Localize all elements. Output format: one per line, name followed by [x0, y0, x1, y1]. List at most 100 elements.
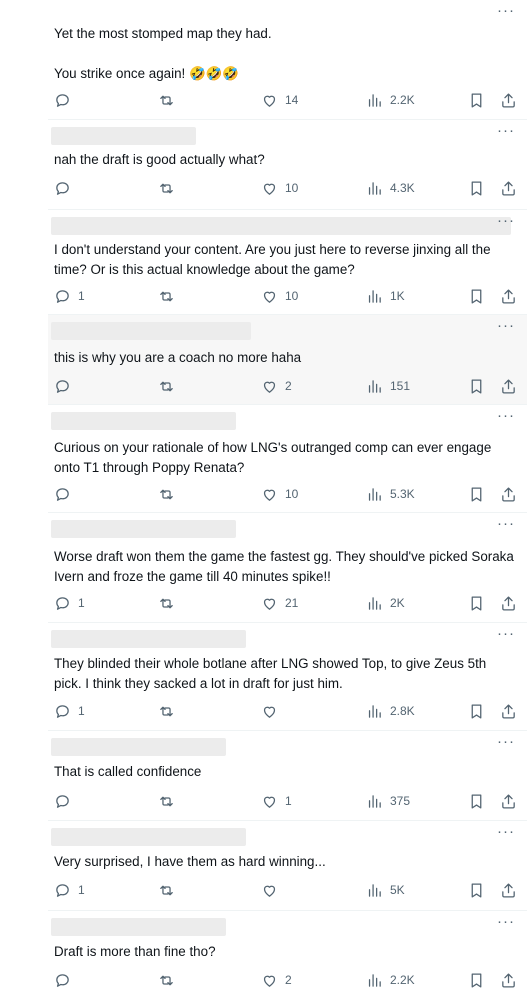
more-icon[interactable]: ···	[497, 318, 515, 333]
reply-post[interactable]: ··· I don't understand your content. Are …	[48, 210, 527, 315]
retweet-button[interactable]	[158, 970, 175, 990]
reply-button[interactable]	[54, 90, 78, 110]
retweet-icon	[158, 180, 175, 197]
reply-post[interactable]: ··· Worse draft won them the game the fas…	[48, 513, 527, 623]
action-bar: 1 2.8K	[48, 701, 527, 721]
reply-post[interactable]: ··· Yet the most stomped map they had. Yo…	[48, 0, 527, 120]
bookmark-button[interactable]	[468, 791, 485, 811]
bookmark-button[interactable]	[468, 484, 485, 504]
share-button[interactable]	[500, 593, 517, 613]
more-icon[interactable]: ···	[497, 626, 515, 641]
reply-button[interactable]: 1	[54, 286, 85, 306]
like-button[interactable]: 2	[261, 970, 292, 990]
views-button[interactable]: 4.3K	[366, 178, 415, 198]
post-text-line: onto T1 through Poppy Renata?	[54, 460, 245, 475]
more-icon[interactable]: ···	[497, 824, 515, 839]
like-button[interactable]: 2	[261, 376, 292, 396]
reply-button[interactable]	[54, 970, 78, 990]
retweet-button[interactable]	[158, 376, 175, 396]
reply-post[interactable]: ··· nah the draft is good actually what? 1…	[48, 120, 527, 210]
more-icon[interactable]: ···	[497, 3, 515, 18]
like-button[interactable]: 10	[261, 178, 298, 198]
more-icon[interactable]: ···	[497, 516, 515, 531]
share-button[interactable]	[500, 791, 517, 811]
views-button[interactable]: 2.8K	[366, 701, 415, 721]
reply-icon	[54, 180, 71, 197]
post-text-line: Curious on your rationale of how LNG's o…	[54, 440, 492, 455]
reply-icon	[54, 882, 71, 899]
share-button[interactable]	[500, 376, 517, 396]
reply-button[interactable]	[54, 484, 78, 504]
views-icon	[366, 486, 383, 503]
views-button[interactable]: 151	[366, 376, 410, 396]
views-button[interactable]: 2.2K	[366, 90, 415, 110]
like-button[interactable]: 21	[261, 593, 298, 613]
share-button[interactable]	[500, 178, 517, 198]
views-button[interactable]: 1K	[366, 286, 405, 306]
like-button[interactable]	[261, 701, 285, 721]
bookmark-button[interactable]	[468, 178, 485, 198]
views-icon	[366, 180, 383, 197]
like-button[interactable]: 10	[261, 286, 298, 306]
retweet-button[interactable]	[158, 791, 175, 811]
retweet-button[interactable]	[158, 286, 175, 306]
retweet-button[interactable]	[158, 880, 175, 900]
views-button[interactable]: 5.3K	[366, 484, 415, 504]
view-count: 2.8K	[390, 704, 415, 718]
reply-button[interactable]	[54, 178, 78, 198]
share-button[interactable]	[500, 701, 517, 721]
reply-post[interactable]: ··· Draft is more than fine tho? 2 2.2K	[48, 911, 527, 997]
bookmark-button[interactable]	[468, 701, 485, 721]
reply-button[interactable]	[54, 376, 78, 396]
more-icon[interactable]: ···	[497, 734, 515, 749]
reply-button[interactable]: 1	[54, 880, 85, 900]
more-icon[interactable]: ···	[497, 914, 515, 929]
retweet-icon	[158, 595, 175, 612]
share-button[interactable]	[500, 90, 517, 110]
reply-post[interactable]: ··· That is called confidence 1 375	[48, 731, 527, 821]
reply-button[interactable]	[54, 791, 78, 811]
views-button[interactable]: 375	[366, 791, 410, 811]
share-button[interactable]	[500, 880, 517, 900]
reply-button[interactable]: 1	[54, 701, 85, 721]
like-button[interactable]: 1	[261, 791, 292, 811]
bookmark-icon	[468, 972, 485, 989]
post-text-line: Worse draft won them the game the fastes…	[54, 549, 514, 564]
retweet-button[interactable]	[158, 701, 175, 721]
action-bar: 1 21 2K	[48, 593, 527, 613]
reply-button[interactable]: 1	[54, 593, 85, 613]
reply-post[interactable]: ··· They blinded their whole botlane afte…	[48, 623, 527, 731]
bookmark-button[interactable]	[468, 90, 485, 110]
retweet-button[interactable]	[158, 484, 175, 504]
retweet-button[interactable]	[158, 178, 175, 198]
bookmark-button[interactable]	[468, 376, 485, 396]
like-button[interactable]	[261, 880, 285, 900]
reply-post[interactable]: ··· this is why you are a coach no more h…	[48, 315, 527, 405]
bookmark-button[interactable]	[468, 880, 485, 900]
share-button[interactable]	[500, 286, 517, 306]
post-text-line	[54, 44, 514, 64]
more-icon[interactable]: ···	[497, 213, 515, 228]
view-count: 375	[390, 794, 411, 808]
bookmark-button[interactable]	[468, 970, 485, 990]
reply-post[interactable]: ··· Very surprised, I have them as hard w…	[48, 821, 527, 911]
retweet-button[interactable]	[158, 593, 175, 613]
like-button[interactable]: 14	[261, 90, 298, 110]
reply-icon	[54, 288, 71, 305]
post-text: this is why you are a coach no more haha	[54, 348, 514, 368]
share-button[interactable]	[500, 484, 517, 504]
views-button[interactable]: 5K	[366, 880, 405, 900]
views-icon	[366, 92, 383, 109]
more-icon[interactable]: ···	[497, 123, 515, 138]
post-text: That is called confidence	[54, 762, 514, 782]
like-count: 2	[285, 973, 292, 987]
bookmark-button[interactable]	[468, 593, 485, 613]
more-icon[interactable]: ···	[497, 408, 515, 423]
views-button[interactable]: 2K	[366, 593, 405, 613]
bookmark-button[interactable]	[468, 286, 485, 306]
share-button[interactable]	[500, 970, 517, 990]
retweet-button[interactable]	[158, 90, 175, 110]
share-icon	[500, 972, 517, 989]
like-icon	[261, 793, 278, 810]
views-button[interactable]: 2.2K	[366, 970, 415, 990]
